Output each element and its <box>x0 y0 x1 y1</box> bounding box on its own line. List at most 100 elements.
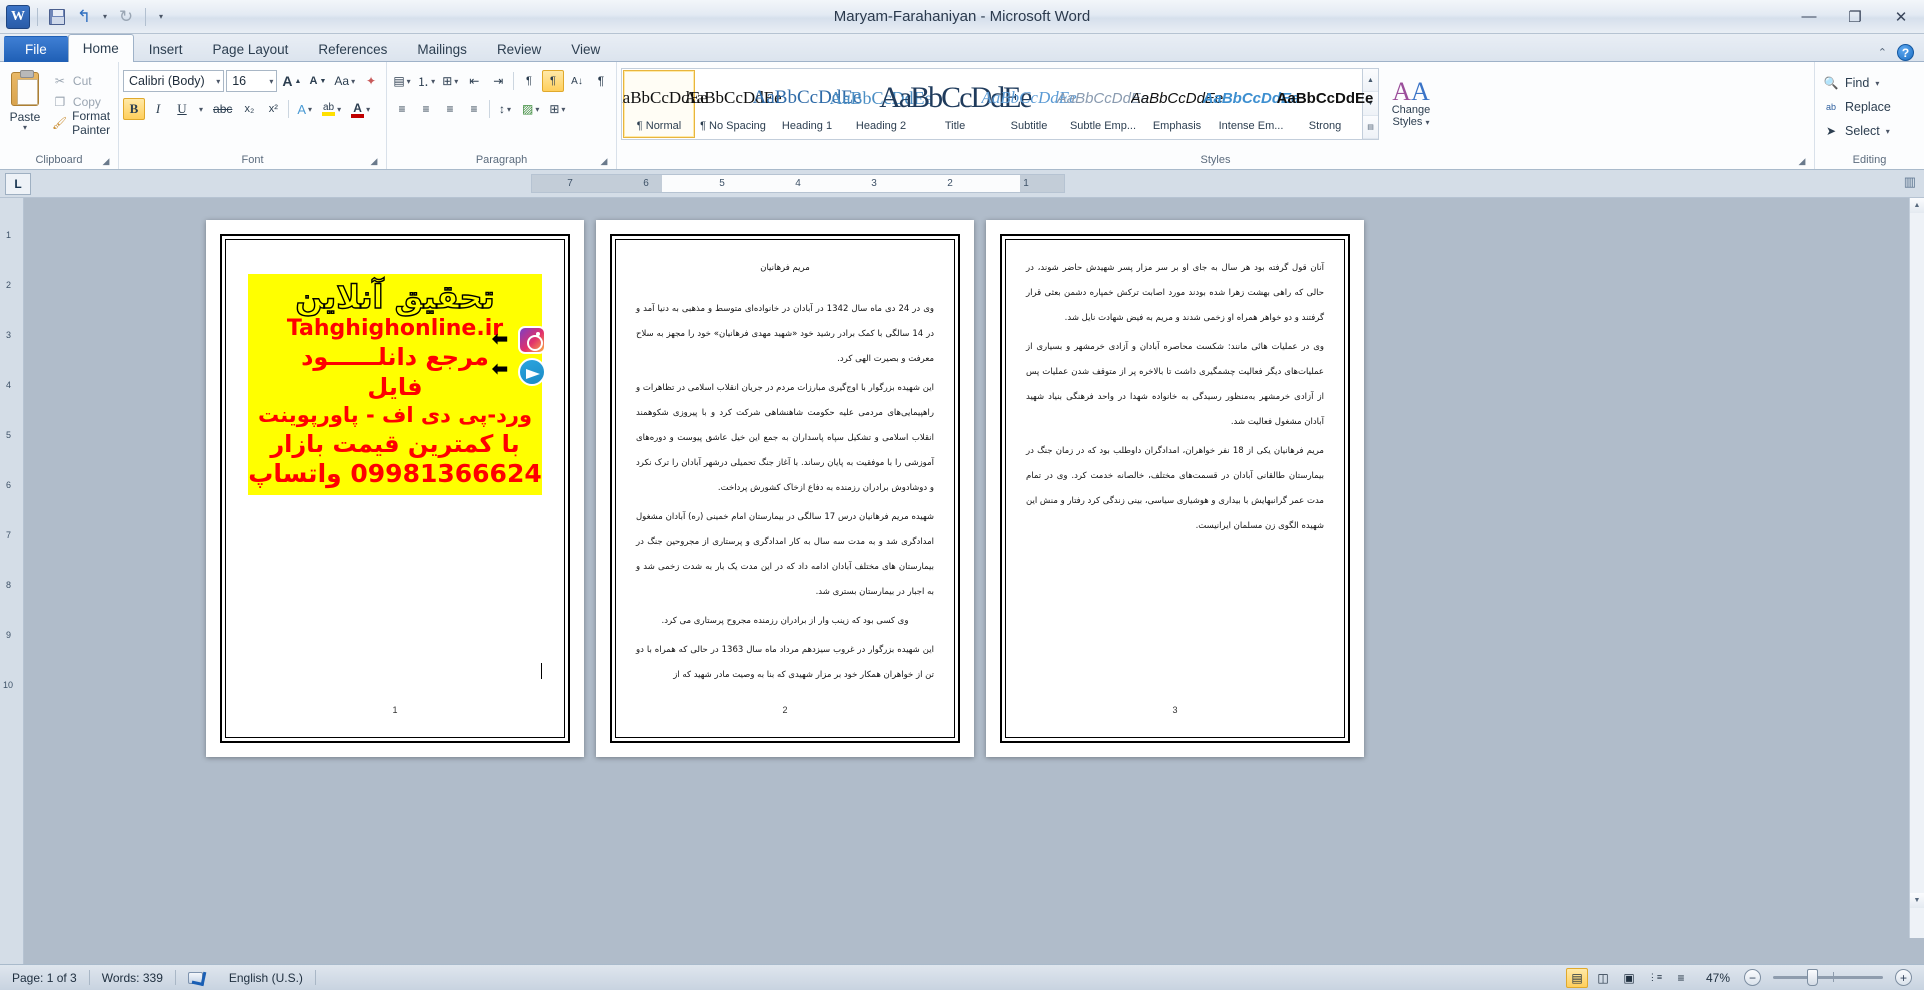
customize-qat-button[interactable]: ▾ <box>153 5 169 29</box>
ruler-view-toggle-icon[interactable]: ▥ <box>1904 174 1916 190</box>
save-button[interactable] <box>45 5 69 29</box>
decrease-indent-button[interactable]: ⇤ <box>463 70 485 92</box>
style-title[interactable]: AaBbCcDdEe Title <box>879 70 1031 138</box>
clear-formatting-button[interactable]: ✦ <box>360 70 382 92</box>
full-screen-reading-view-button[interactable]: ◫ <box>1592 968 1614 988</box>
multilevel-list-button[interactable]: ⊞ ▾ <box>439 70 461 92</box>
strikethrough-button[interactable]: abc <box>209 98 236 120</box>
tab-review[interactable]: Review <box>482 35 556 62</box>
vertical-ruler[interactable]: 1 2 3 4 5 6 7 8 9 10 <box>0 198 24 964</box>
clipboard-dialog-launcher[interactable]: ◢ <box>100 155 112 167</box>
help-icon[interactable]: ? <box>1897 44 1914 61</box>
show-formatting-marks-button[interactable]: ¶ <box>590 70 612 92</box>
style-subtle-emphasis[interactable]: AaBbCcDdEe Subtle Emp... <box>1057 70 1150 138</box>
minimize-button[interactable]: — <box>1786 0 1832 33</box>
page-3-body[interactable]: آنان قول گرفته بود هر سال به جای او بر س… <box>1026 256 1324 539</box>
increase-indent-button[interactable]: ⇥ <box>487 70 509 92</box>
scroll-down-button[interactable]: ▼ <box>1910 893 1924 908</box>
font-size-combobox[interactable]: 16 ▾ <box>226 70 278 92</box>
borders-button[interactable]: ⊞ ▾ <box>545 98 569 120</box>
binoculars-icon: 🔍 <box>1823 76 1839 90</box>
tab-stop-selector[interactable]: L <box>5 172 31 195</box>
page-2-body[interactable]: مریم فرهانیان وی در 24 دی ماه سال 1342 د… <box>636 256 934 688</box>
style-strong[interactable]: AaBbCcDdEe Strong <box>1277 70 1374 138</box>
find-button[interactable]: 🔍 Find ▾ <box>1819 72 1895 94</box>
superscript-button[interactable]: x² <box>262 98 284 120</box>
ltr-text-direction-button[interactable]: ¶ <box>518 70 540 92</box>
font-name-combobox[interactable]: Calibri (Body) ▾ <box>123 70 225 92</box>
shrink-font-button[interactable]: A ▼ <box>306 70 329 92</box>
chevron-down-icon[interactable]: ▾ <box>23 124 27 132</box>
numbering-button[interactable]: ⒈ ▾ <box>415 70 437 92</box>
undo-button[interactable]: ↰ <box>72 5 96 29</box>
style-subtitle[interactable]: AaBbCcDdEe Subtitle <box>981 70 1076 138</box>
close-button[interactable]: ✕ <box>1878 0 1924 33</box>
line-spacing-button[interactable]: ↕ ▾ <box>494 98 516 120</box>
outline-view-button[interactable]: ⋮≡ <box>1644 968 1666 988</box>
italic-button[interactable]: I <box>147 98 169 120</box>
align-left-button[interactable]: ≡ <box>391 98 413 120</box>
zoom-percentage[interactable]: 47% <box>1696 971 1740 985</box>
cut-label: Cut <box>72 74 92 88</box>
increase-indent-icon: ⇥ <box>493 74 504 88</box>
font-dialog-launcher[interactable]: ◢ <box>368 155 380 167</box>
language-indicator[interactable]: English (U.S.) <box>217 965 315 990</box>
document-page-2[interactable]: مریم فرهانیان وی در 24 دی ماه سال 1342 د… <box>596 220 974 757</box>
word-count[interactable]: Words: 339 <box>90 965 175 990</box>
paragraph-group-label: Paragraph ◢ <box>391 151 612 169</box>
tab-mailings[interactable]: Mailings <box>402 35 482 62</box>
format-painter-button[interactable]: 🖌 Format Painter <box>48 109 129 137</box>
tab-home[interactable]: Home <box>67 34 134 62</box>
print-layout-view-button[interactable]: ▤ <box>1566 967 1588 988</box>
grow-font-button[interactable]: A ▲ <box>279 70 304 92</box>
tab-page-layout[interactable]: Page Layout <box>198 35 304 62</box>
minimize-ribbon-icon[interactable]: ⌃ <box>1878 46 1887 59</box>
replace-button[interactable]: ab Replace <box>1819 96 1895 118</box>
scroll-up-button[interactable]: ▲ <box>1910 198 1924 213</box>
tab-insert[interactable]: Insert <box>134 35 198 62</box>
sort-button[interactable]: A↓ <box>566 70 588 92</box>
tab-view[interactable]: View <box>556 35 615 62</box>
styles-dialog-launcher[interactable]: ◢ <box>1796 155 1808 167</box>
bullets-button[interactable]: ▤ ▾ <box>391 70 413 92</box>
restore-button[interactable]: ❐ <box>1832 0 1878 33</box>
change-styles-button[interactable]: AA Change Styles ▾ <box>1379 68 1443 140</box>
style-label: Title <box>944 120 966 132</box>
underline-dropdown-button[interactable]: ▾ <box>195 98 207 120</box>
redo-button[interactable]: ↻ <box>114 5 138 29</box>
subscript-button[interactable]: x₂ <box>238 98 260 120</box>
horizontal-ruler[interactable]: 7 6 5 4 3 2 1 <box>531 174 1065 193</box>
tab-file[interactable]: File <box>4 36 68 62</box>
proofing-status[interactable] <box>176 965 217 990</box>
paste-button[interactable]: Paste ▾ <box>4 68 46 133</box>
zoom-slider[interactable] <box>1773 969 1883 986</box>
select-button[interactable]: ➤ Select ▾ <box>1819 120 1895 142</box>
zoom-in-button[interactable]: + <box>1895 969 1912 986</box>
draft-view-button[interactable]: ≡ <box>1670 968 1692 988</box>
bold-button[interactable]: B <box>123 98 145 120</box>
underline-button[interactable]: U <box>171 98 193 120</box>
change-case-button[interactable]: Aa ▾ <box>331 70 358 92</box>
web-layout-view-button[interactable]: ▣ <box>1618 968 1640 988</box>
page-indicator[interactable]: Page: 1 of 3 <box>0 965 89 990</box>
zoom-out-button[interactable]: − <box>1744 969 1761 986</box>
cut-button[interactable]: ✂ Cut <box>48 71 129 91</box>
rtl-text-direction-button[interactable]: ¶ <box>542 70 564 92</box>
word-logo-icon[interactable]: W <box>6 4 30 29</box>
document-page-1[interactable]: تحقیق آنلاین Tahghighonline.ir مرجع دانل… <box>206 220 584 757</box>
styles-gallery[interactable]: AaBbCcDdEe ¶ Normal AaBbCcDdEe ¶ No Spac… <box>621 68 1379 140</box>
paragraph-dialog-launcher[interactable]: ◢ <box>598 155 610 167</box>
text-effects-button[interactable]: A ▾ <box>293 98 316 120</box>
document-page-3[interactable]: آنان قول گرفته بود هر سال به جای او بر س… <box>986 220 1364 757</box>
align-right-button[interactable]: ≡ <box>439 98 461 120</box>
zoom-slider-thumb[interactable] <box>1807 969 1818 986</box>
justify-button[interactable]: ≡ <box>463 98 485 120</box>
vertical-scrollbar[interactable]: ▲ ▼ <box>1909 198 1924 938</box>
undo-dropdown-button[interactable]: ▾ <box>99 5 111 29</box>
align-center-button[interactable]: ≡ <box>415 98 437 120</box>
font-color-button[interactable]: A ▾ <box>347 98 374 120</box>
shading-button[interactable]: ▨ ▾ <box>518 98 543 120</box>
highlight-button[interactable]: ab ▾ <box>318 98 345 120</box>
paragraph-body: ▤ ▾ ⒈ ▾ ⊞ ▾ ⇤ ⇥ ¶ ¶ A↓ ¶ ≡ ≡ ≡ ≡ ↕ ▾ ▨ ▾… <box>391 65 612 151</box>
tab-references[interactable]: References <box>303 35 402 62</box>
